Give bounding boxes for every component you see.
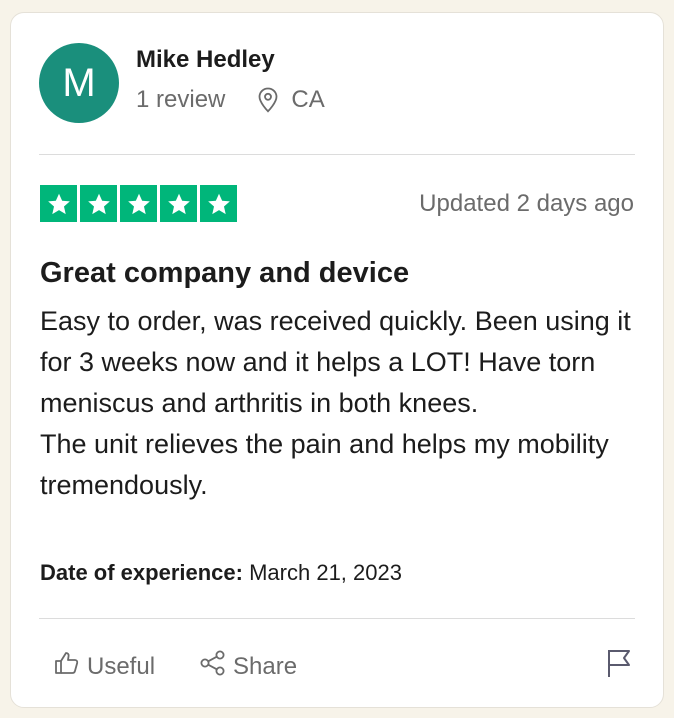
share-label: Share <box>233 652 298 680</box>
share-button[interactable]: Share <box>199 649 297 684</box>
thumbs-up-icon <box>53 649 87 684</box>
star-rating <box>40 185 240 222</box>
star-icon <box>80 185 117 222</box>
review-count: 1 review <box>136 86 226 113</box>
updated-date: Updated 2 days ago <box>419 190 634 217</box>
experience-date: March 21, 2023 <box>249 560 402 585</box>
review-paragraph: The unit relieves the pain and helps my … <box>40 429 609 500</box>
avatar[interactable]: M <box>39 43 119 123</box>
flag-icon[interactable] <box>605 647 633 679</box>
review-actions: Useful Share <box>53 649 297 684</box>
star-icon <box>200 185 237 222</box>
reviewer-name[interactable]: Mike Hedley <box>136 46 325 74</box>
share-icon <box>199 649 233 684</box>
useful-button[interactable]: Useful <box>53 649 155 684</box>
useful-label: Useful <box>87 652 156 680</box>
location-pin-icon <box>255 86 281 114</box>
reviewer-meta: 1 review CA <box>136 86 325 114</box>
review-card: M Mike Hedley 1 review CA Updated 2 days… <box>10 12 664 708</box>
reviewer-location: CA <box>291 86 325 113</box>
review-body: Easy to order, was received quickly. Bee… <box>40 301 640 506</box>
footer-divider <box>39 618 635 619</box>
reviewer-header: M Mike Hedley 1 review CA <box>39 43 325 123</box>
star-icon <box>120 185 157 222</box>
date-of-experience: Date of experience: March 21, 2023 <box>40 559 402 587</box>
star-icon <box>40 185 77 222</box>
review-paragraph: Easy to order, was received quickly. Bee… <box>40 306 631 418</box>
review-title: Great company and device <box>40 257 410 289</box>
star-icon <box>160 185 197 222</box>
reviewer-info: Mike Hedley 1 review CA <box>136 43 325 114</box>
experience-label: Date of experience: <box>40 560 243 585</box>
header-divider <box>39 154 635 155</box>
